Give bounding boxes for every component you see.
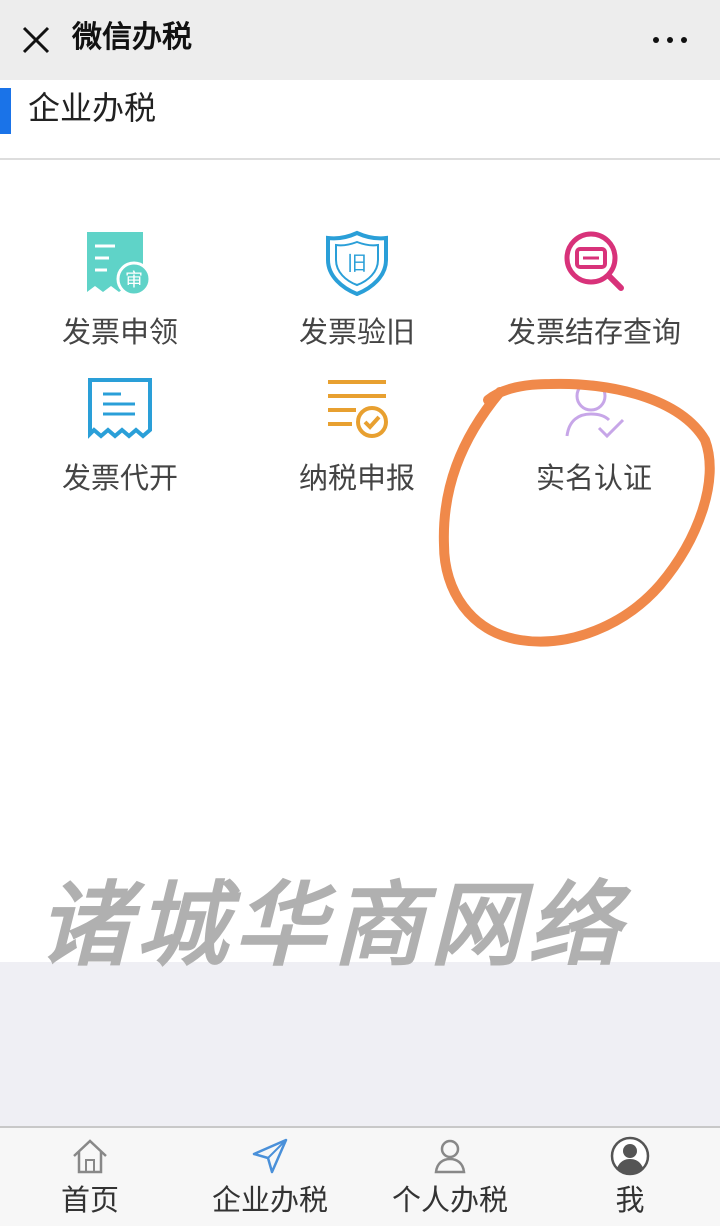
empty-gray-area [0, 962, 720, 1126]
home-icon [73, 1139, 107, 1174]
send-icon [252, 1138, 288, 1174]
invoice-verify-icon: 旧 [326, 230, 388, 296]
section-accent-bar [0, 88, 11, 134]
grid-item-tax-declaration[interactable]: 纳税申报 [237, 376, 477, 506]
section-header: 企业办税 [0, 80, 720, 160]
grid-item-invoice-issue[interactable]: 发票代开 [0, 376, 240, 506]
invoice-apply-icon: 审 [87, 232, 152, 296]
grid-item-label: 发票验旧 [298, 315, 415, 349]
tab-home[interactable]: 首页 [0, 1128, 180, 1226]
svg-text:旧: 旧 [347, 251, 367, 275]
grid-item-label: 发票代开 [61, 461, 178, 495]
grid-item-label: 纳税申报 [298, 461, 415, 495]
grid-item-label: 发票申领 [61, 315, 178, 349]
tab-label: 个人办税 [391, 1183, 508, 1217]
top-bar: 微信办税 [0, 0, 720, 80]
tab-label: 企业办税 [211, 1183, 328, 1217]
tab-label: 我 [615, 1183, 645, 1217]
more-icon[interactable] [648, 20, 692, 60]
close-icon[interactable] [16, 20, 56, 60]
bottom-tab-bar: 首页 企业办税 个人办税 我 [0, 1126, 720, 1226]
tab-personal-tax[interactable]: 个人办税 [360, 1128, 540, 1226]
tab-enterprise-tax[interactable]: 企业办税 [180, 1128, 360, 1226]
watermark-text: 诸城华商网络 [38, 872, 627, 979]
invoice-issue-icon [88, 378, 152, 439]
tax-declaration-icon [328, 380, 388, 438]
grid-item-label: 发票结存查询 [506, 315, 681, 349]
grid-item-real-name-verify[interactable]: 实名认证 [474, 376, 714, 506]
invoice-inventory-search-icon [564, 231, 624, 291]
window-title: 微信办税 [72, 20, 192, 55]
grid-item-invoice-inventory[interactable]: 发票结存查询 [474, 230, 714, 360]
grid-item-invoice-apply[interactable]: 审 发票申领 [0, 230, 240, 360]
svg-text:审: 审 [125, 270, 143, 291]
tab-me[interactable]: 我 [540, 1128, 720, 1226]
user-verify-icon [565, 380, 625, 439]
tab-label: 首页 [60, 1183, 119, 1217]
avatar-icon [610, 1136, 650, 1176]
section-title: 企业办税 [28, 89, 157, 127]
grid-item-label: 实名认证 [535, 461, 652, 495]
grid-item-invoice-verify[interactable]: 旧 发票验旧 [237, 230, 477, 360]
person-icon [434, 1139, 466, 1174]
